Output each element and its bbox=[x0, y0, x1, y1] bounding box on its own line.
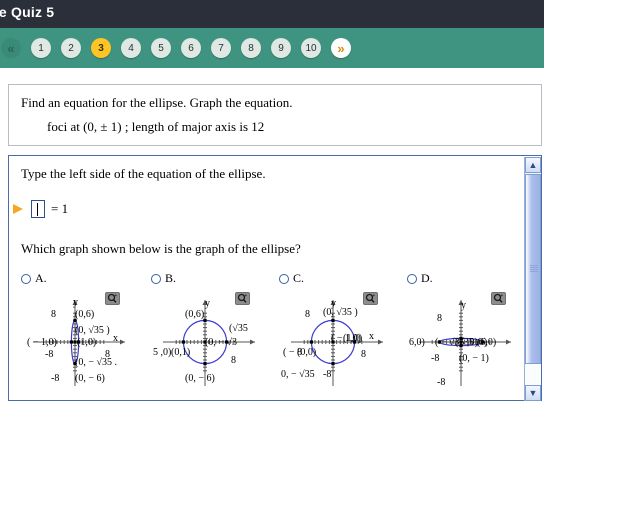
answer-panel: Type the left side of the equation of th… bbox=[8, 155, 542, 401]
text-caret bbox=[37, 203, 38, 216]
page-button-8[interactable]: 8 bbox=[241, 38, 261, 58]
choice-b[interactable]: B. (0,6) y (√35 (0, − √3 5 ,0) (0,1) 8 (0, − 6) + bbox=[145, 271, 273, 392]
graph-label: (0,6) bbox=[185, 309, 205, 320]
question-line-1: Find an equation for the ellipse. Graph … bbox=[21, 95, 293, 110]
magnifier-plus-icon[interactable]: + bbox=[491, 292, 506, 305]
graph-label: y bbox=[461, 300, 466, 311]
equals-one-label: = 1 bbox=[51, 201, 69, 216]
page-button-3[interactable]: 3 bbox=[91, 38, 111, 58]
choice-letter: B. bbox=[165, 271, 177, 285]
choice-a[interactable]: A. (0,6) 8 (0, √35 )( − 1,0) (1,0) x y -8 8 (0, −… bbox=[15, 271, 143, 392]
svg-text:+: + bbox=[372, 293, 375, 299]
graph-label: 8 bbox=[437, 313, 442, 324]
choice-graph: (0,6) y (√35 (0, − √3 5 ,0) (0,1) 8 (0, − 6) + bbox=[145, 290, 273, 390]
scrollbar-track[interactable] bbox=[525, 364, 541, 385]
answer-prompt: Type the left side of the equation of th… bbox=[21, 166, 266, 181]
graph-label: (0, − 6) bbox=[185, 373, 215, 384]
scroll-up-button[interactable]: ▲ bbox=[525, 157, 541, 173]
graph-label: 8 bbox=[305, 309, 310, 320]
graph-label: (1,0) bbox=[77, 337, 97, 348]
page-button-5[interactable]: 5 bbox=[151, 38, 171, 58]
graph-label: 8 bbox=[361, 349, 366, 360]
choice-graph: (0,6) 8 (0, √35 )( − 1,0) (1,0) x y -8 8 (0, − √… bbox=[15, 290, 143, 390]
graph-label: (0, √35 ) bbox=[323, 307, 358, 318]
graph-label: (0, − √35 . bbox=[75, 357, 117, 368]
choice-letter: A. bbox=[35, 271, 47, 285]
graph-label: 8 bbox=[231, 355, 236, 366]
choice-letter: C. bbox=[293, 271, 305, 285]
page-button-6[interactable]: 6 bbox=[181, 38, 201, 58]
graph-label: (0, − √3 bbox=[205, 337, 237, 348]
window-title: line Quiz 5 bbox=[0, 4, 55, 20]
answer-panel-scrollbar[interactable]: ▲ ▼ bbox=[524, 157, 541, 401]
graph-label: 8 bbox=[51, 309, 56, 320]
svg-text:+: + bbox=[114, 293, 117, 299]
answer-input[interactable] bbox=[31, 200, 45, 218]
page-button-7[interactable]: 7 bbox=[211, 38, 231, 58]
choice-graph: y 8 6,0)( − √35 ,0) (√35 ,0) (6,0) -8 (0, − 1)… bbox=[401, 290, 529, 390]
graph-label: (0,0) bbox=[297, 347, 317, 358]
sub-question-text: Which graph shown below is the graph of … bbox=[21, 241, 301, 256]
scrollbar-thumb[interactable] bbox=[525, 174, 541, 364]
graph-label: (0, √35 ) bbox=[75, 325, 110, 336]
quiz-page: line Quiz 5 s « 12345678910» Find an equ… bbox=[0, 0, 640, 512]
graph-label: (√35 bbox=[229, 323, 248, 334]
page-button-2[interactable]: 2 bbox=[61, 38, 81, 58]
choice-graph: 8 (0, √35 ) y( − 1,0) (1,0) x( − 8 (0,0) 8 0, −… bbox=[273, 290, 401, 390]
graph-label: x bbox=[369, 331, 374, 342]
graph-label: (1,0) bbox=[343, 333, 363, 344]
page-button-1[interactable]: 1 bbox=[31, 38, 51, 58]
graph-label: -8 bbox=[45, 349, 54, 360]
graph-label: -8 bbox=[323, 369, 332, 380]
magnifier-plus-icon[interactable]: + bbox=[363, 292, 378, 305]
graph-label: (0, − 6) bbox=[75, 373, 105, 384]
question-panel: Find an equation for the ellipse. Graph … bbox=[8, 84, 542, 146]
choice-c[interactable]: C. 8 (0, √35 ) y( − 1,0) (1,0) x( − 8 (0,0) 8 0,… bbox=[273, 271, 401, 392]
next-page-button[interactable]: » bbox=[331, 38, 351, 58]
chevron-down-icon: ▼ bbox=[528, 388, 538, 398]
orange-arrow-icon bbox=[11, 202, 27, 216]
pagination-bar: s « 12345678910» bbox=[0, 28, 544, 68]
scrollbar-grip bbox=[530, 265, 538, 273]
double-chevron-left-icon: « bbox=[7, 40, 15, 56]
magnifier-plus-icon[interactable]: + bbox=[105, 292, 120, 305]
radio-button-c[interactable] bbox=[279, 274, 289, 284]
graph-label: y bbox=[73, 297, 78, 308]
choice-letter: D. bbox=[421, 271, 433, 285]
graph-label: -8 bbox=[431, 353, 440, 364]
graph-label: (6,0) bbox=[477, 337, 497, 348]
question-line-2: foci at (0, ± 1) ; length of major axis … bbox=[47, 119, 265, 134]
page-button-10[interactable]: 10 bbox=[301, 38, 321, 58]
graph-label: 6,0) bbox=[409, 337, 425, 348]
pagination-buttons: s « 12345678910» bbox=[0, 28, 356, 68]
page-button-9[interactable]: 9 bbox=[271, 38, 291, 58]
graph-label: y bbox=[331, 298, 336, 309]
window-title-bar: line Quiz 5 bbox=[0, 0, 544, 28]
graph-label: y bbox=[205, 298, 210, 309]
graph-label: (0,6) bbox=[75, 309, 95, 320]
graph-label: 0, − √35 bbox=[281, 369, 315, 380]
scroll-down-button[interactable]: ▼ bbox=[525, 385, 541, 401]
graph-label: (0,1) bbox=[171, 347, 191, 358]
radio-button-b[interactable] bbox=[151, 274, 161, 284]
previous-page-button[interactable]: « bbox=[1, 38, 21, 58]
page-button-4[interactable]: 4 bbox=[121, 38, 141, 58]
graph-label: -8 bbox=[437, 377, 446, 388]
graph-label: -8 bbox=[51, 373, 60, 384]
svg-text:+: + bbox=[500, 293, 503, 299]
radio-button-a[interactable] bbox=[21, 274, 31, 284]
graph-label: 5 ,0) bbox=[153, 347, 172, 358]
radio-button-d[interactable] bbox=[407, 274, 417, 284]
svg-text:+: + bbox=[244, 293, 247, 299]
answer-input-row: = 1 bbox=[9, 198, 68, 220]
graph-label: x bbox=[113, 333, 118, 344]
graph-label: (0, − 1) bbox=[459, 353, 489, 364]
double-chevron-right-icon: » bbox=[337, 40, 345, 56]
magnifier-plus-icon[interactable]: + bbox=[235, 292, 250, 305]
title-bar-blank-area bbox=[544, 0, 640, 28]
choice-d[interactable]: D. y 8 6,0)( − √35 ,0) (√35 ,0) (6,0) -8 (0, − … bbox=[401, 271, 529, 392]
chevron-up-icon: ▲ bbox=[528, 160, 538, 170]
graph-label: ( − 1,0) bbox=[27, 337, 57, 348]
